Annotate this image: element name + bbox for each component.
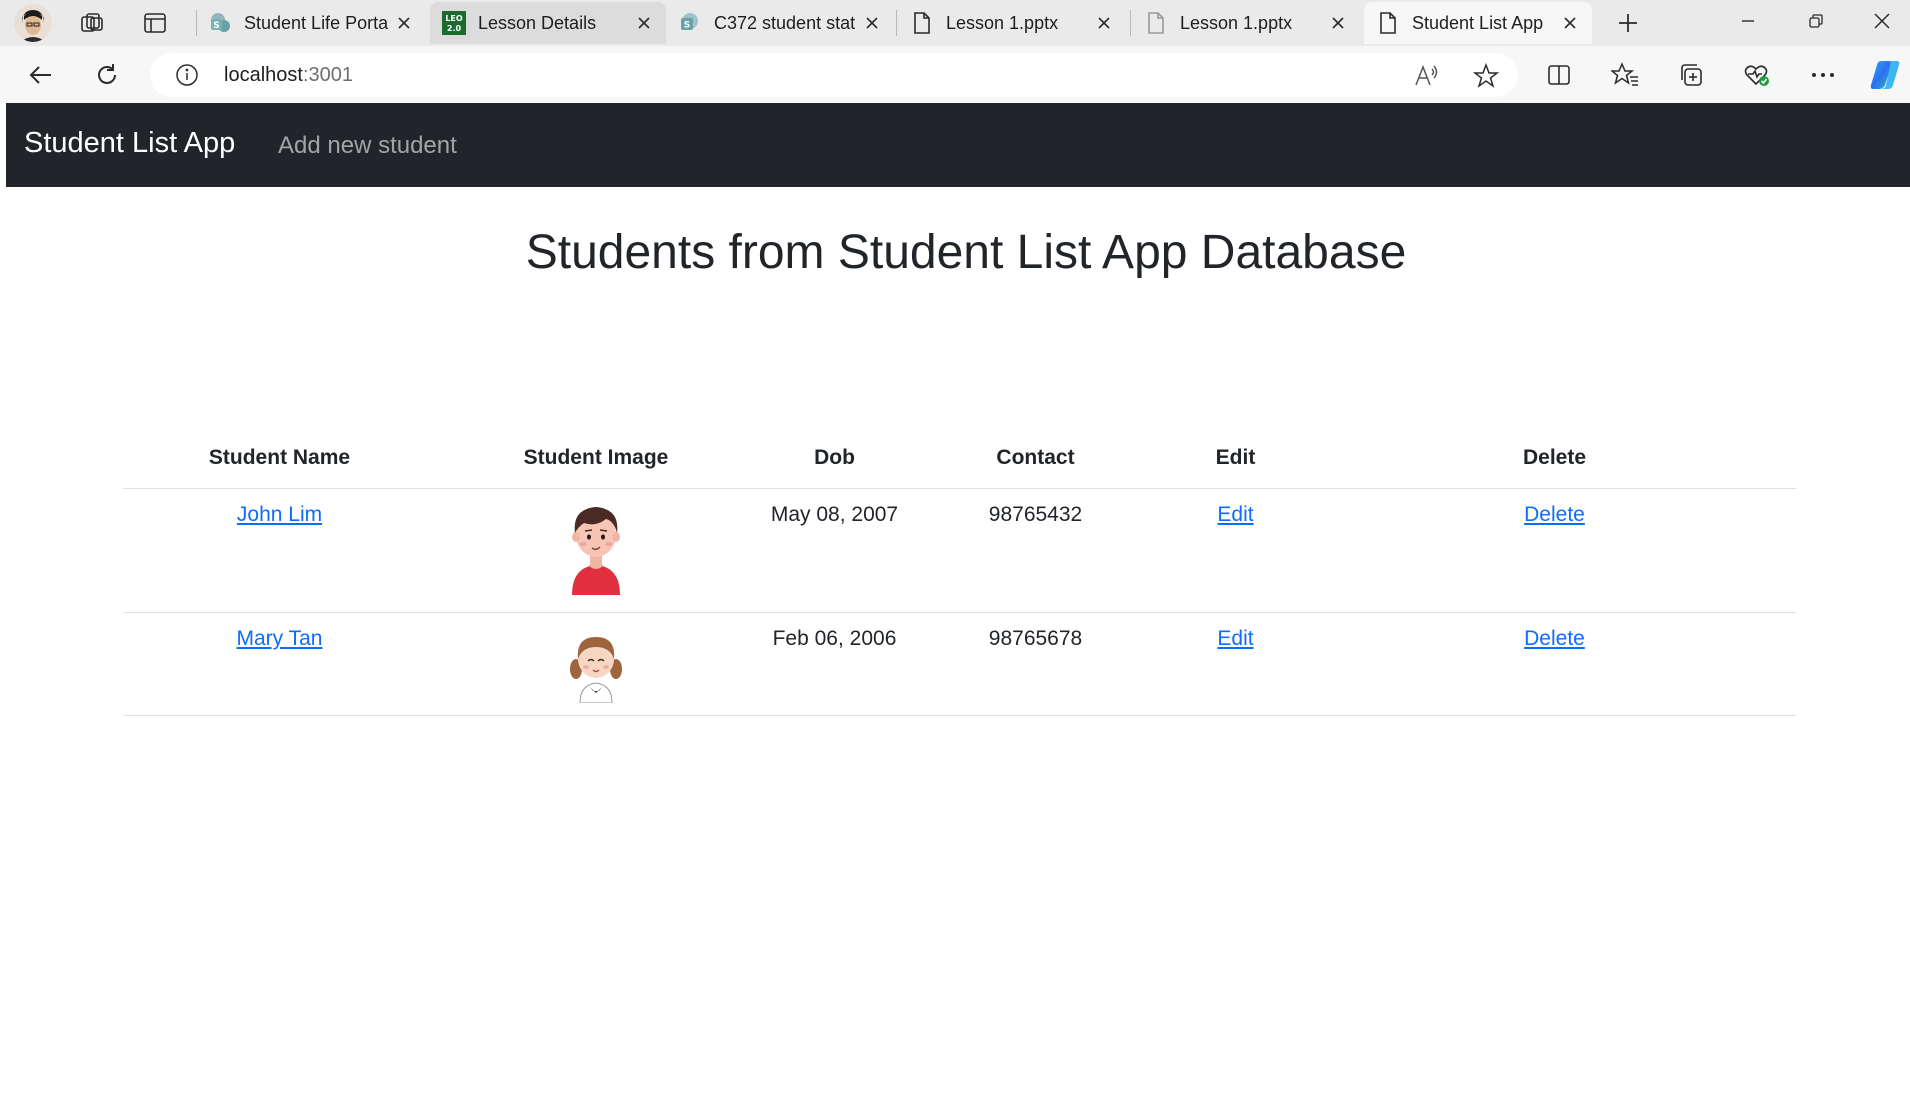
close-tab-icon[interactable]	[1092, 11, 1116, 35]
more-options-icon[interactable]	[1804, 56, 1842, 94]
restore-icon[interactable]	[1788, 0, 1844, 42]
page-title: Students from Student List App Database	[525, 226, 1407, 279]
minimize-icon[interactable]	[1720, 0, 1776, 42]
url-port: :3001	[302, 64, 353, 86]
table-row: Mary Tan Feb 06, 2006 98765678 Edit Dele…	[123, 612, 1796, 716]
favorite-star-icon[interactable]	[1472, 62, 1500, 90]
document-icon	[1376, 11, 1400, 35]
column-header-image: Student Image	[436, 428, 756, 489]
close-tab-icon[interactable]	[392, 11, 416, 35]
new-tab-icon[interactable]	[1612, 7, 1644, 39]
cell-name: Mary Tan	[123, 612, 436, 716]
tab-student-life-portal[interactable]: S Student Life Porta	[196, 2, 426, 44]
column-header-contact: Contact	[913, 428, 1158, 489]
cell-delete: Delete	[1313, 488, 1796, 613]
split-screen-icon[interactable]	[1540, 56, 1578, 94]
edit-link[interactable]: Edit	[1217, 627, 1253, 650]
close-tab-icon[interactable]	[860, 11, 884, 35]
add-new-student-link[interactable]: Add new student	[278, 132, 457, 160]
browser-tab-strip: S Student Life Porta LEO 2.0 Lesson Detai…	[0, 0, 1910, 46]
girl-avatar	[570, 636, 622, 703]
close-tab-icon[interactable]	[632, 11, 656, 35]
navbar-brand[interactable]: Student List App	[24, 127, 235, 160]
tab-student-list-app[interactable]: Student List App	[1364, 2, 1592, 44]
workspaces-icon[interactable]	[76, 7, 108, 39]
url-text[interactable]: localhost:3001	[224, 64, 353, 87]
student-name-link[interactable]: John Lim	[237, 503, 322, 526]
back-icon[interactable]	[22, 56, 60, 94]
browser-essentials-icon[interactable]	[1738, 56, 1776, 94]
svg-text:S: S	[684, 21, 690, 31]
tab-separator	[1130, 10, 1131, 36]
url-host: localhost	[224, 64, 303, 86]
sharepoint-icon: S	[208, 11, 232, 35]
cell-edit: Edit	[1158, 488, 1313, 613]
cell-contact: 98765432	[913, 488, 1158, 613]
tab-separator	[896, 10, 897, 36]
page-viewport: Student List App Add new student Student…	[6, 103, 1910, 1106]
edit-link[interactable]: Edit	[1217, 503, 1253, 526]
cell-dob: May 08, 2007	[756, 488, 913, 613]
document-icon	[910, 11, 934, 35]
close-tab-icon[interactable]	[1326, 11, 1350, 35]
leo-icon: LEO 2.0	[442, 11, 466, 35]
cell-dob: Feb 06, 2006	[756, 612, 913, 716]
tab-c372-student-stat[interactable]: S C372 student stat	[666, 2, 894, 44]
read-aloud-icon[interactable]	[1412, 62, 1440, 90]
table-header-row: Student Name Student Image Dob Contact E…	[123, 428, 1796, 489]
tab-lesson-details[interactable]: LEO 2.0 Lesson Details	[430, 2, 666, 44]
column-header-dob: Dob	[756, 428, 913, 489]
students-table: Student Name Student Image Dob Contact E…	[123, 428, 1796, 716]
student-name-link[interactable]: Mary Tan	[237, 627, 323, 650]
cell-delete: Delete	[1313, 612, 1796, 716]
cell-contact: 98765678	[913, 612, 1158, 716]
profile-avatar[interactable]	[14, 4, 52, 42]
boy-avatar	[572, 506, 620, 595]
table-row: John Lim May 08, 2007 98765432 Edit Dele…	[123, 488, 1796, 613]
vertical-tabs-icon[interactable]	[139, 7, 171, 39]
browser-toolbar: localhost:3001	[0, 46, 1910, 103]
delete-link[interactable]: Delete	[1524, 627, 1585, 650]
cell-edit: Edit	[1158, 612, 1313, 716]
leo-badge-version: 2.0	[447, 24, 462, 33]
sharepoint-icon: S	[678, 11, 702, 35]
svg-text:S: S	[213, 21, 219, 31]
address-bar[interactable]: localhost:3001	[150, 53, 1518, 97]
favorites-icon[interactable]	[1606, 56, 1644, 94]
collections-icon[interactable]	[1672, 56, 1710, 94]
cell-name: John Lim	[123, 488, 436, 613]
leo-badge-text: LEO	[445, 14, 463, 23]
app-navbar: Student List App Add new student	[6, 103, 1910, 187]
refresh-icon[interactable]	[88, 56, 126, 94]
tab-lesson-1-pptx-2[interactable]: Lesson 1.pptx	[1132, 2, 1360, 44]
window-close-icon[interactable]	[1854, 0, 1910, 42]
document-icon	[1144, 11, 1168, 35]
column-header-edit: Edit	[1158, 428, 1313, 489]
column-header-name: Student Name	[123, 428, 436, 489]
column-header-delete: Delete	[1313, 428, 1796, 489]
copilot-icon[interactable]	[1866, 56, 1904, 94]
cell-image	[436, 612, 756, 716]
cell-image	[436, 488, 756, 613]
close-tab-icon[interactable]	[1558, 11, 1582, 35]
site-info-icon[interactable]	[174, 62, 200, 88]
tab-lesson-1-pptx[interactable]: Lesson 1.pptx	[898, 2, 1126, 44]
delete-link[interactable]: Delete	[1524, 503, 1585, 526]
